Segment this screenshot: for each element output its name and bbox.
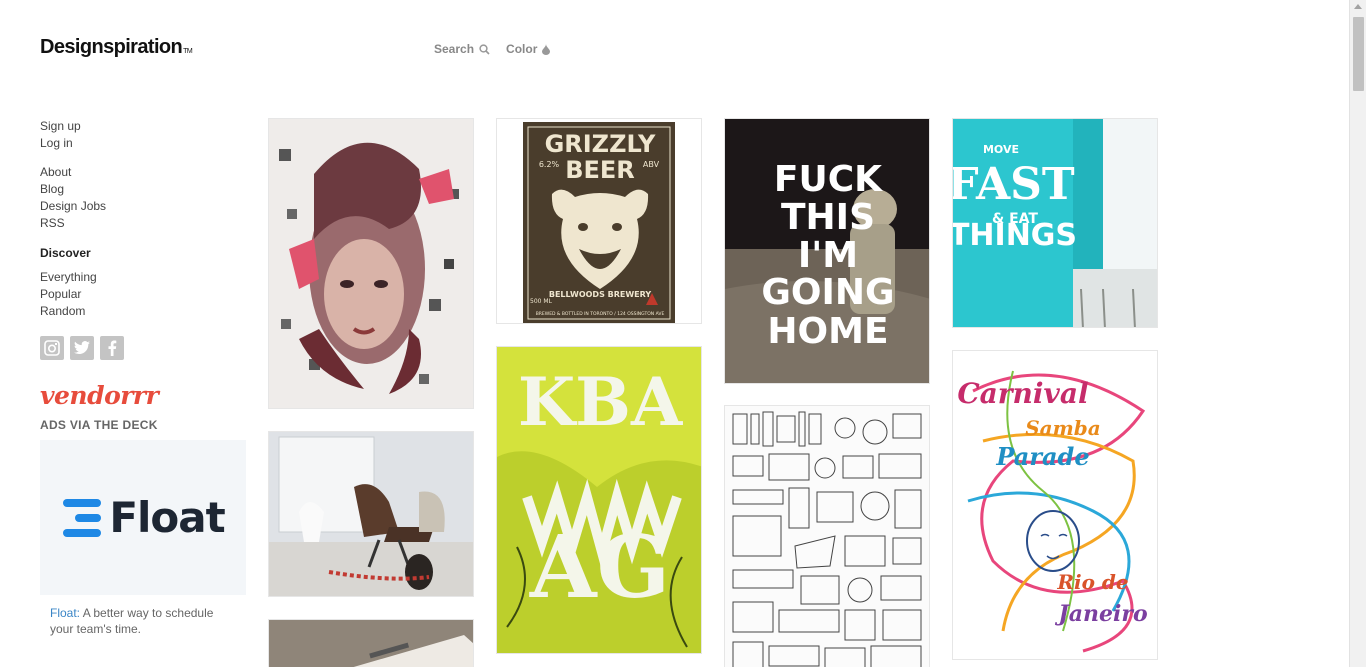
- beer-text: BEER: [565, 156, 635, 184]
- grizzly-label: GRIZZLY BEER 6.2% ABV BELLWOODS BREWERY …: [523, 122, 675, 323]
- tile-green-typography[interactable]: KBA AG: [496, 346, 702, 654]
- poster-line-3: I'M: [798, 235, 858, 276]
- poster-top-text: KBA: [518, 363, 683, 441]
- things-text: THINGS: [953, 218, 1077, 253]
- popular-link[interactable]: Popular: [40, 286, 246, 303]
- ads-heading: ADS VIA THE DECK: [40, 418, 158, 432]
- about-link[interactable]: About: [40, 164, 246, 181]
- tools-drawing: [725, 406, 929, 667]
- twitter-icon[interactable]: [70, 336, 94, 360]
- astronaut-image: FUCK THIS I'M GOING HOME: [725, 119, 929, 383]
- paper-photo: [353, 635, 473, 667]
- vertical-scrollbar[interactable]: [1349, 0, 1366, 667]
- blog-link[interactable]: Blog: [40, 181, 246, 198]
- poster-line-5: HOME: [767, 311, 888, 352]
- tile-paper-photo[interactable]: [268, 619, 474, 667]
- signup-link[interactable]: Sign up: [40, 118, 246, 135]
- janeiro-text: Janeiro: [1054, 601, 1147, 627]
- green-poster: KBA AG: [497, 347, 701, 653]
- carnival-lettering: Carnival Samba Parade Rio de Janeiro: [957, 370, 1148, 653]
- rio-text: Rio de: [1056, 570, 1128, 594]
- search-label: Search: [434, 42, 475, 56]
- poster-line-1: FUCK: [774, 159, 883, 200]
- float-logo-icon: [63, 498, 102, 537]
- parade-text: Parade: [995, 442, 1089, 471]
- tile-tools-illustration[interactable]: [724, 405, 930, 667]
- tile-carnival[interactable]: Carnival Samba Parade Rio de Janeiro: [952, 350, 1158, 660]
- color-label: Color: [506, 42, 538, 56]
- volume-text: 500 ML: [530, 298, 553, 305]
- sidebar: Sign up Log in About Blog Design Jobs RS…: [40, 118, 246, 637]
- discover-heading: Discover: [40, 246, 91, 260]
- page-links: About Blog Design Jobs RSS: [40, 164, 246, 232]
- move-fast-wall: MOVE FAST & EAT THINGS: [953, 119, 1157, 327]
- tile-grizzly-beer[interactable]: GRIZZLY BEER 6.2% ABV BELLWOODS BREWERY …: [496, 118, 702, 324]
- logo-tm: TM: [183, 48, 193, 55]
- design-jobs-link[interactable]: Design Jobs: [40, 198, 246, 215]
- search-link[interactable]: Search: [434, 42, 490, 56]
- poster-line-4: GOING: [761, 272, 894, 313]
- tile-portrait-illustration[interactable]: [268, 118, 474, 409]
- account-links: Sign up Log in: [40, 118, 246, 152]
- discover-links: Everything Popular Random: [40, 269, 246, 320]
- droplet-icon: [542, 43, 551, 55]
- portrait-image: [279, 142, 459, 394]
- instagram-icon[interactable]: [40, 336, 64, 360]
- float-brand: Float: [109, 493, 225, 542]
- poster-line-2: THIS: [781, 197, 875, 238]
- tile-astronaut-poster[interactable]: FUCK THIS I'M GOING HOME: [724, 118, 930, 384]
- scrollbar-thumb[interactable]: [1353, 17, 1364, 91]
- color-link[interactable]: Color: [506, 42, 551, 56]
- search-icon: [479, 43, 490, 55]
- ad-link[interactable]: Float:: [50, 606, 80, 620]
- ad-description: Float: A better way to schedule your tea…: [40, 605, 240, 637]
- fast-text: FAST: [953, 159, 1075, 210]
- social-links: [40, 336, 246, 360]
- move-text: MOVE: [983, 143, 1019, 156]
- abv-value: 6.2%: [539, 160, 560, 169]
- bottled-text: BREWED & BOTTLED IN TORONTO / 124 OSSING…: [536, 311, 665, 317]
- chair-photo: [269, 432, 473, 596]
- samba-text: Samba: [1025, 416, 1101, 440]
- facebook-icon[interactable]: [100, 336, 124, 360]
- rss-link[interactable]: RSS: [40, 215, 246, 232]
- scroll-up-arrow-icon[interactable]: [1354, 4, 1362, 9]
- site-logo[interactable]: DesignspirationTM: [40, 36, 193, 59]
- vendorrr-logo[interactable]: vendorrr: [40, 380, 246, 412]
- abv-label: ABV: [643, 160, 660, 169]
- top-nav: Search Color: [434, 42, 551, 56]
- login-link[interactable]: Log in: [40, 135, 246, 152]
- grizzly-text: GRIZZLY: [545, 130, 656, 158]
- logo-text: Designspiration: [40, 36, 183, 58]
- carnival-text: Carnival: [957, 377, 1088, 410]
- everything-link[interactable]: Everything: [40, 269, 246, 286]
- random-link[interactable]: Random: [40, 303, 246, 320]
- float-ad[interactable]: Float: [40, 440, 246, 595]
- tile-lounge-chair[interactable]: [268, 431, 474, 597]
- brewery-text: BELLWOODS BREWERY: [549, 290, 651, 299]
- tile-move-fast[interactable]: MOVE FAST & EAT THINGS: [952, 118, 1158, 328]
